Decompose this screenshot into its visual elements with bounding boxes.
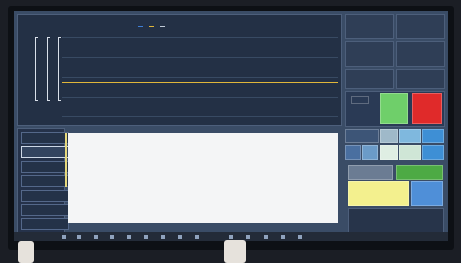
green-wide-button[interactable] — [396, 165, 443, 180]
yellow-button[interactable] — [348, 181, 409, 206]
aux-button-3[interactable] — [399, 129, 421, 143]
blue-wide-button[interactable] — [411, 181, 443, 206]
stop-button[interactable] — [412, 93, 442, 124]
left-item[interactable] — [21, 175, 69, 187]
red-small-button[interactable] — [351, 96, 369, 104]
taskbar-icon[interactable] — [127, 235, 131, 239]
hand-right — [224, 240, 246, 263]
metric-tile-3 — [345, 41, 394, 67]
y-axis-scale-2 — [47, 37, 52, 101]
gridline — [62, 57, 338, 58]
left-item[interactable] — [21, 204, 69, 216]
legend-item-3 — [160, 24, 166, 28]
taskbar-icon[interactable] — [195, 235, 199, 239]
gridline — [62, 116, 338, 117]
taskbar-icon[interactable] — [178, 235, 182, 239]
legend-item-2 — [149, 24, 155, 28]
taskbar-icon[interactable] — [298, 235, 302, 239]
taskbar-icon[interactable] — [94, 235, 98, 239]
aux-button-4[interactable] — [422, 129, 444, 143]
hmi-screen — [14, 11, 448, 241]
mini-button-2[interactable] — [362, 145, 378, 160]
metric-tile-4 — [396, 41, 445, 67]
metric-tile-5 — [345, 69, 394, 89]
aux-button-1[interactable] — [345, 129, 379, 143]
taskbar-icon[interactable] — [62, 235, 66, 239]
mini-button-4[interactable] — [399, 145, 421, 160]
left-item[interactable] — [21, 146, 69, 158]
taskbar-icon[interactable] — [144, 235, 148, 239]
taskbar-icon[interactable] — [110, 235, 114, 239]
taskbar-icon[interactable] — [161, 235, 165, 239]
gridline — [62, 77, 338, 78]
metric-tile-2 — [396, 14, 445, 39]
trend-chart-panel — [17, 14, 342, 126]
y-axis-scale-1 — [35, 37, 40, 101]
left-item[interactable] — [21, 132, 69, 144]
yellow-indicator-bar — [65, 133, 67, 187]
taskbar-icon[interactable] — [264, 235, 268, 239]
left-item[interactable] — [21, 218, 69, 230]
mini-button-3[interactable] — [380, 145, 398, 160]
plot-area — [62, 37, 338, 117]
hand-left — [18, 241, 34, 263]
trend-series-line — [62, 82, 338, 83]
taskbar-icon[interactable] — [281, 235, 285, 239]
metric-tile-1 — [345, 14, 394, 39]
green-button[interactable] — [380, 93, 408, 124]
metric-tile-6 — [396, 69, 445, 89]
legend-item-1 — [138, 24, 144, 28]
left-item[interactable] — [21, 161, 69, 173]
gridline — [62, 97, 338, 98]
mini-button-1[interactable] — [345, 145, 361, 160]
content-area — [68, 133, 338, 223]
taskbar-icon[interactable] — [229, 235, 233, 239]
grey-wide-button[interactable] — [348, 165, 393, 180]
chart-legend — [138, 24, 166, 28]
gridline — [62, 37, 338, 38]
aux-button-2[interactable] — [380, 129, 398, 143]
left-item[interactable] — [21, 190, 69, 202]
taskbar-icon[interactable] — [77, 235, 81, 239]
taskbar-icon[interactable] — [246, 235, 250, 239]
mini-button-5[interactable] — [422, 145, 444, 160]
